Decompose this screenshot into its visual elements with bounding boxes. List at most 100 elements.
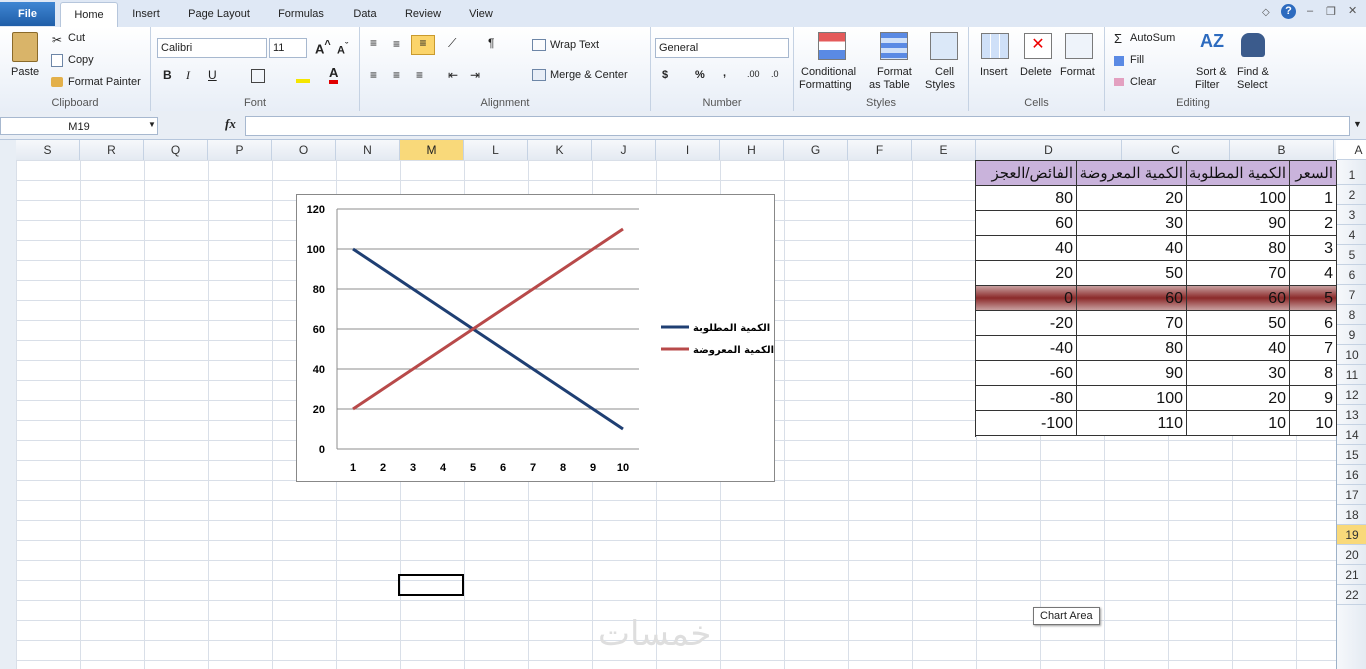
table-cell[interactable]: 8 <box>1290 361 1337 386</box>
help-icon[interactable]: ? <box>1281 4 1296 19</box>
insert-function-icon[interactable]: fx <box>225 116 243 132</box>
decrease-decimal-icon[interactable]: .0 <box>771 69 779 79</box>
header-cell-c[interactable]: الكمية المعروضة <box>1077 161 1187 186</box>
row-header-4[interactable]: 4 <box>1337 225 1366 245</box>
table-cell[interactable]: 40 <box>1187 336 1290 361</box>
table-cell[interactable]: 40 <box>1077 236 1187 261</box>
table-cell[interactable]: 20 <box>1187 386 1290 411</box>
table-cell[interactable]: 60 <box>1187 286 1290 311</box>
table-cell[interactable]: 0 <box>976 286 1077 311</box>
conditional-formatting-line1[interactable]: Conditional <box>801 66 856 78</box>
autosum-button[interactable]: AutoSum <box>1130 32 1175 44</box>
orientation-icon[interactable]: ⟋ <box>448 36 456 51</box>
grow-font-icon[interactable]: A^ <box>315 39 331 56</box>
increase-decimal-icon[interactable]: .00 <box>747 69 760 79</box>
sort-filter-line1[interactable]: Sort & <box>1196 66 1227 78</box>
align-left-icon[interactable]: ≡ <box>370 68 377 82</box>
format-painter-button[interactable]: Format Painter <box>68 76 141 88</box>
table-cell[interactable]: 60 <box>976 211 1077 236</box>
row-header-5[interactable]: 5 <box>1337 245 1366 265</box>
clear-button[interactable]: Clear <box>1130 76 1156 88</box>
column-header-m[interactable]: M <box>400 140 464 160</box>
row-header-19[interactable]: 19 <box>1337 525 1366 545</box>
italic-icon[interactable]: I <box>186 68 190 83</box>
column-header-d[interactable]: D <box>976 140 1122 160</box>
table-cell[interactable]: 9 <box>1290 386 1337 411</box>
table-cell[interactable]: 80 <box>1187 236 1290 261</box>
format-as-table-line1[interactable]: Format <box>877 66 912 78</box>
paste-icon[interactable] <box>12 32 38 62</box>
row-header-11[interactable]: 11 <box>1337 365 1366 385</box>
column-header-c[interactable]: C <box>1122 140 1230 160</box>
table-cell[interactable]: -80 <box>976 386 1077 411</box>
column-header-j[interactable]: J <box>592 140 656 160</box>
table-cell[interactable]: 2 <box>1290 211 1337 236</box>
table-cell[interactable]: 4 <box>1290 261 1337 286</box>
column-header-e[interactable]: E <box>912 140 976 160</box>
table-cell[interactable]: 6 <box>1290 311 1337 336</box>
table-cell[interactable]: 20 <box>976 261 1077 286</box>
table-cell[interactable]: 70 <box>1187 261 1290 286</box>
number-format-select[interactable]: General <box>655 38 789 58</box>
column-header-i[interactable]: I <box>656 140 720 160</box>
vertical-scrollbar[interactable] <box>0 140 17 669</box>
font-color-icon[interactable]: A <box>329 66 339 84</box>
underline-icon[interactable]: U <box>208 68 217 82</box>
chart-area[interactable]: 0 20 40 60 80 100 120 1 2 3 4 5 6 7 8 9 10 الكمية المطلوب… <box>296 194 775 482</box>
minimize-ribbon-icon[interactable]: ◇ <box>1262 7 1270 18</box>
column-header-g[interactable]: G <box>784 140 848 160</box>
row-header-14[interactable]: 14 <box>1337 425 1366 445</box>
percent-icon[interactable]: % <box>695 69 705 81</box>
table-cell[interactable]: 100 <box>1077 386 1187 411</box>
table-cell[interactable]: 1 <box>1290 186 1337 211</box>
window-minimize-icon[interactable]: – <box>1307 5 1313 17</box>
column-header-k[interactable]: K <box>528 140 592 160</box>
header-cell-d[interactable]: الفائض/العجز <box>976 161 1077 186</box>
select-all-corner[interactable] <box>1337 140 1366 160</box>
tab-data[interactable]: Data <box>349 6 381 26</box>
active-cell-selection[interactable] <box>398 574 464 596</box>
fill-color-icon[interactable] <box>296 79 310 83</box>
table-cell[interactable]: 90 <box>1187 211 1290 236</box>
borders-icon[interactable] <box>251 69 265 83</box>
table-cell[interactable]: 50 <box>1187 311 1290 336</box>
cell-styles-line1[interactable]: Cell <box>935 66 954 78</box>
text-direction-icon[interactable]: ¶ <box>488 36 494 50</box>
row-header-21[interactable]: 21 <box>1337 565 1366 585</box>
paste-button[interactable]: Paste <box>11 66 39 78</box>
tab-page-layout[interactable]: Page Layout <box>184 6 254 26</box>
table-cell[interactable]: -40 <box>976 336 1077 361</box>
tab-review[interactable]: Review <box>401 6 445 26</box>
expand-formula-bar-icon[interactable]: ▼ <box>1353 119 1362 129</box>
column-header-h[interactable]: H <box>720 140 784 160</box>
table-cell[interactable]: 100 <box>1187 186 1290 211</box>
table-cell[interactable]: 3 <box>1290 236 1337 261</box>
header-cell-a[interactable]: السعر <box>1290 161 1337 186</box>
row-header-18[interactable]: 18 <box>1337 505 1366 525</box>
align-right-icon[interactable]: ≡ <box>416 68 423 82</box>
row-header-6[interactable]: 6 <box>1337 265 1366 285</box>
formula-input[interactable] <box>245 116 1350 136</box>
row-header-1[interactable]: 1 <box>1337 165 1366 185</box>
align-center-icon[interactable]: ≡ <box>393 68 400 82</box>
find-select-line1[interactable]: Find & <box>1237 66 1269 78</box>
row-header-7[interactable]: 7 <box>1337 285 1366 305</box>
row-header-12[interactable]: 12 <box>1337 385 1366 405</box>
name-box-dropdown-icon[interactable]: ▼ <box>148 120 156 129</box>
window-close-icon[interactable]: ✕ <box>1348 4 1357 17</box>
column-header-p[interactable]: P <box>208 140 272 160</box>
increase-indent-icon[interactable]: ⇥ <box>470 68 480 82</box>
row-header-17[interactable]: 17 <box>1337 485 1366 505</box>
find-select-line2[interactable]: Select <box>1237 79 1268 91</box>
table-cell[interactable]: 5 <box>1290 286 1337 311</box>
row-header-10[interactable]: 10 <box>1337 345 1366 365</box>
format-as-table-line2[interactable]: as Table <box>869 79 910 91</box>
table-cell[interactable]: 110 <box>1077 411 1187 436</box>
name-box[interactable]: M19 <box>0 117 158 135</box>
insert-cells-button[interactable]: Insert <box>980 66 1008 78</box>
tab-home[interactable]: Home <box>60 2 118 28</box>
row-header-8[interactable]: 8 <box>1337 305 1366 325</box>
tab-insert[interactable]: Insert <box>128 6 164 26</box>
conditional-formatting-line2[interactable]: Formatting <box>799 79 852 91</box>
align-top-icon[interactable]: ≡ <box>370 36 377 50</box>
